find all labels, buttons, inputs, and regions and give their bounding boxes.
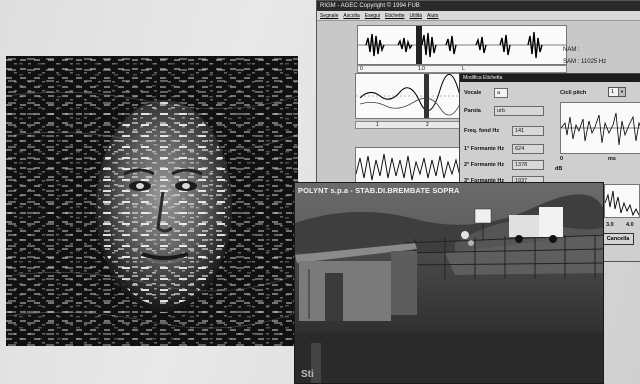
lower-waveform[interactable] [355, 147, 465, 187]
cctv-surveillance-frame: POLYNT s.p.a - STAB.DI.BREMBATE SOPRA St… [294, 182, 604, 384]
sam-label: SAM : 11025 Hz [563, 59, 607, 65]
segment-label-2: 2 [426, 122, 429, 128]
db-axis-label: dB [555, 166, 563, 172]
time-axis-start: 0 [560, 156, 564, 162]
freq-tick-4: 4.0 [626, 222, 634, 228]
menu-item-esegui[interactable]: Esegui [365, 11, 380, 20]
vowel-label: Vocale [464, 90, 482, 96]
pitch-cycles-value: 1 [611, 89, 615, 95]
segment-label-1: 1 [376, 122, 379, 128]
word-label: Parola [464, 108, 481, 114]
time-ruler: 0 1.0 L [357, 65, 567, 73]
ruler-start-label: 0 [360, 66, 363, 72]
pitch-contour-plot[interactable] [355, 73, 463, 119]
cctv-scene [295, 183, 603, 383]
chevron-down-icon: ▼ [618, 88, 625, 96]
sign-text: Sti [301, 369, 314, 380]
menu-item-aiuto[interactable]: Aiuto [427, 11, 438, 20]
word-field[interactable]: urb [494, 106, 544, 116]
pitch-cycles-select[interactable]: 1 ▼ [608, 87, 626, 97]
cctv-caption: POLYNT s.p.a - STAB.DI.BREMBATE SOPRA [298, 186, 460, 195]
f0-label: Freq. fond Hz [464, 128, 500, 134]
menu-bar: Segnale Ascolta Esegui Etichette Utilità… [317, 11, 640, 21]
segment-bar: 1 2 [355, 121, 463, 129]
spectrum-plot[interactable] [604, 184, 640, 218]
freq-tick-3: 3.0 [606, 222, 614, 228]
face-data-image [6, 56, 298, 346]
menu-item-etichette[interactable]: Etichette [385, 11, 404, 20]
ruler-mid-label: 1.0 [418, 66, 425, 72]
f0-field[interactable]: 141 [512, 126, 544, 136]
time-axis-unit: ms [608, 156, 616, 162]
f2-label: 2° Formante Hz [464, 162, 505, 168]
menu-item-segnale[interactable]: Segnale [320, 11, 338, 20]
face-illustration [6, 56, 298, 346]
menu-item-utilita[interactable]: Utilità [410, 11, 423, 20]
pitch-cycles-label: Cicli pitch [560, 90, 587, 96]
dialog-title: Modifica Etichetta [460, 74, 640, 82]
pitch-cycle-waveform[interactable] [560, 102, 640, 154]
vowel-field[interactable]: a [494, 88, 508, 98]
f2-field[interactable]: 1378 [512, 160, 544, 170]
f1-label: 1° Formante Hz [464, 146, 505, 152]
window-title: RIGM - AGEC Copyright © 1994 FUB [317, 1, 640, 11]
nam-label: NAM : [563, 47, 580, 53]
f1-field[interactable]: 624 [512, 144, 544, 154]
cancel-button[interactable]: Cancella [602, 233, 634, 245]
ruler-mark-label: L [462, 66, 465, 72]
main-waveform[interactable] [357, 25, 567, 65]
menu-item-ascolta[interactable]: Ascolta [343, 11, 359, 20]
